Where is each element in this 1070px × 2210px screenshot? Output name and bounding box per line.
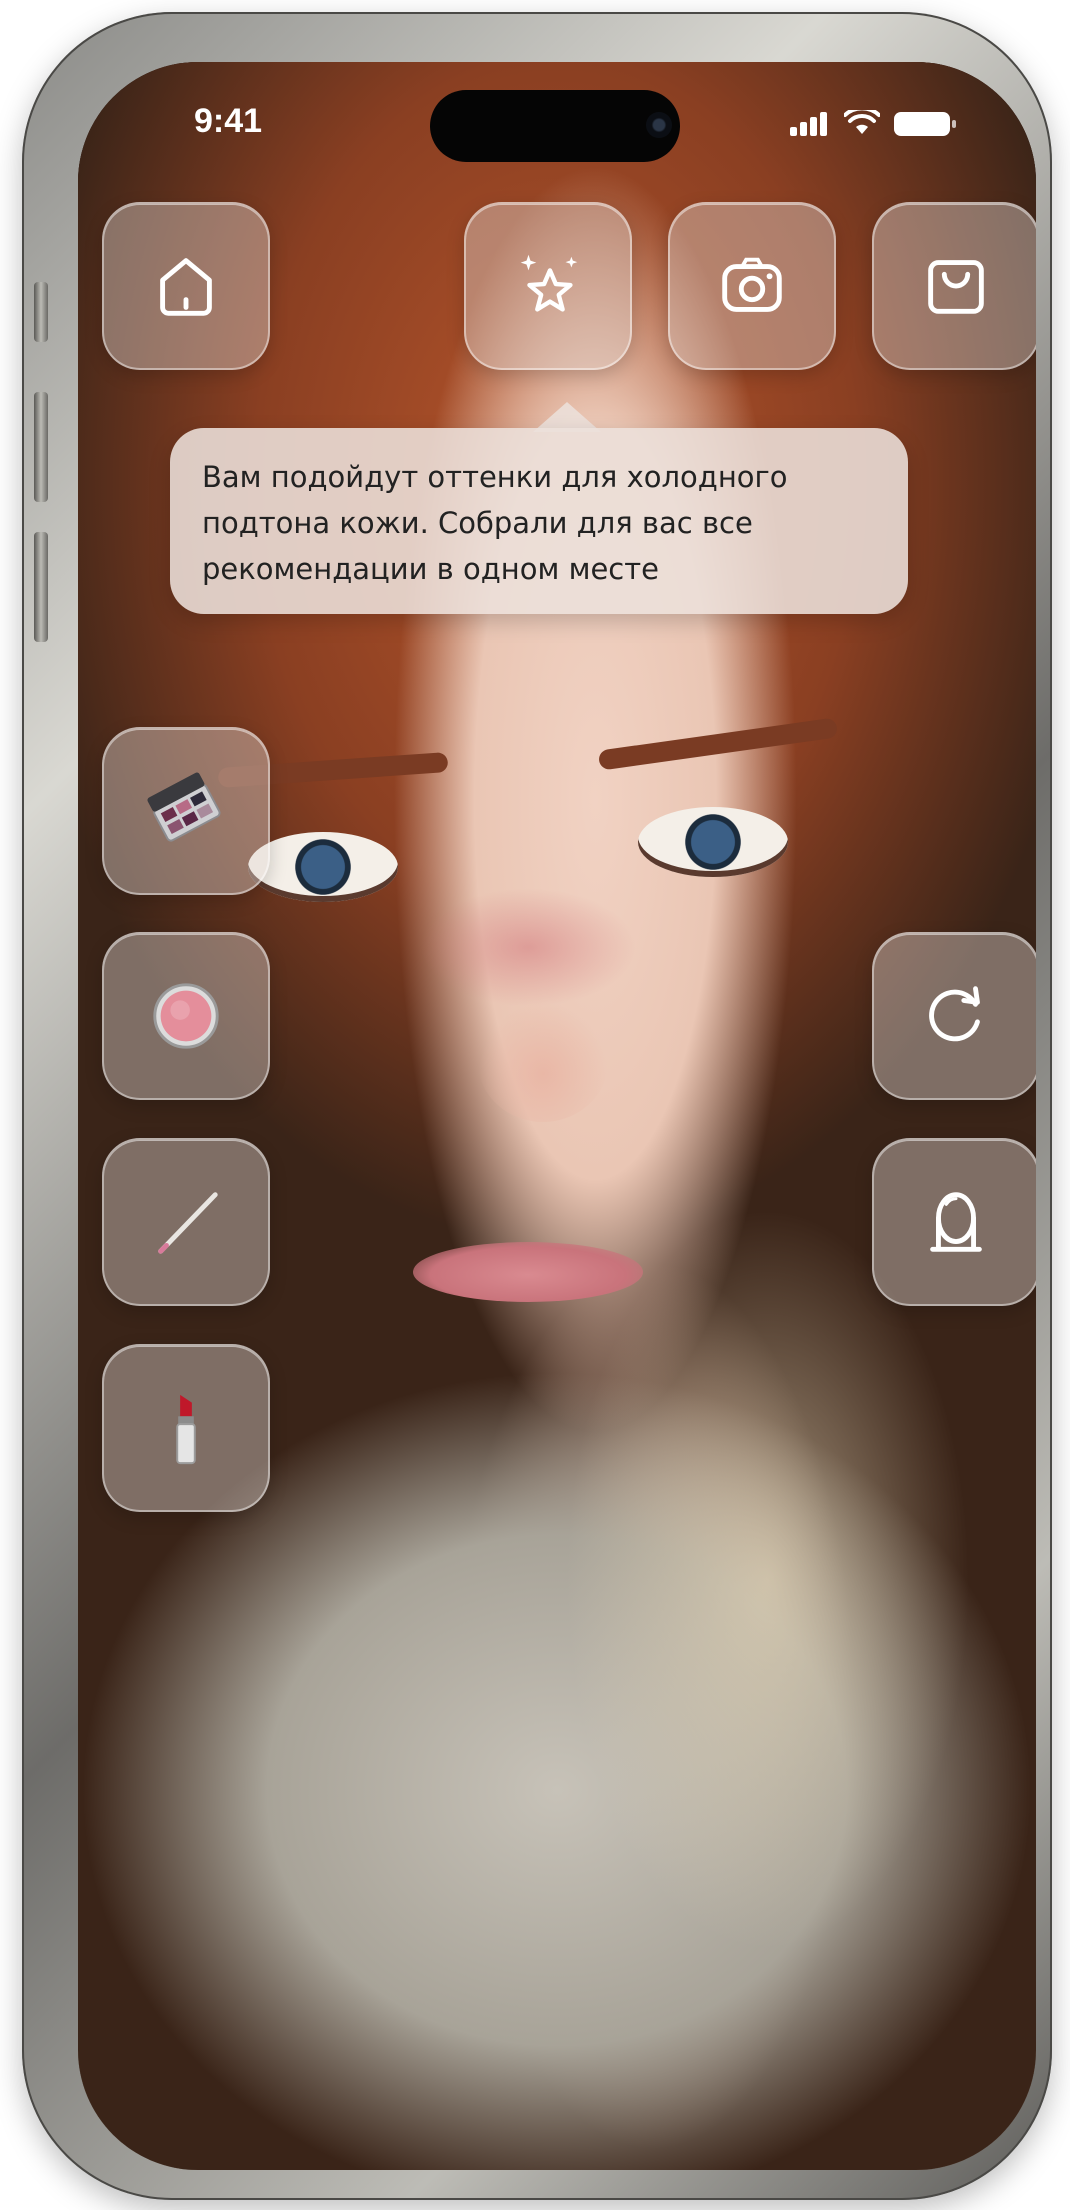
- tooltip-line-2: подтона кожи. Собрали для вас все: [202, 506, 753, 540]
- mirror-button[interactable]: [872, 1138, 1036, 1306]
- screen: 9:41 Вам подойдут оттенки для холодного …: [78, 62, 1036, 2170]
- lipstick-icon: [176, 1394, 196, 1465]
- eyeliner-tool-button[interactable]: [102, 1138, 270, 1306]
- sparkles-star-icon: [520, 254, 578, 312]
- volume-down-button: [34, 532, 48, 642]
- mirror-icon: [930, 1192, 982, 1252]
- eyeshadow-palette-icon: [147, 772, 221, 842]
- camera-icon: [722, 257, 782, 312]
- battery-icon: [894, 112, 956, 136]
- recommendation-tooltip: Вам подойдут оттенки для холодного подто…: [170, 428, 908, 614]
- status-icons: [790, 110, 956, 136]
- eyeliner-pencil-icon: [158, 1192, 218, 1254]
- blush-compact-icon: [153, 983, 219, 1049]
- dynamic-island: [430, 90, 680, 162]
- lips: [413, 1242, 643, 1302]
- wifi-icon: [844, 110, 880, 134]
- shopping-bag-button[interactable]: [872, 202, 1036, 370]
- action-button: [34, 282, 48, 342]
- refresh-icon: [929, 986, 980, 1042]
- shopping-bag-icon: [928, 260, 984, 314]
- left-eye: [248, 832, 398, 902]
- phone-frame: 9:41 Вам подойдут оттенки для холодного …: [22, 12, 1052, 2200]
- eyeshadow-tool-button[interactable]: [102, 727, 270, 895]
- camera-feed: [78, 62, 1036, 2170]
- camera-button[interactable]: [668, 202, 836, 370]
- tooltip-line-1: Вам подойдут оттенки для холодного: [202, 460, 788, 494]
- home-button[interactable]: [102, 202, 270, 370]
- home-icon: [160, 258, 212, 316]
- signal-icon: [790, 112, 830, 136]
- right-eyebrow: [597, 717, 839, 771]
- status-time: 9:41: [194, 102, 263, 140]
- ai-recommendations-button[interactable]: [464, 202, 632, 370]
- nose: [478, 1002, 608, 1122]
- tooltip-line-3: рекомендации в одном месте: [202, 552, 659, 586]
- right-eye: [638, 807, 788, 877]
- front-camera: [646, 112, 672, 138]
- lipstick-tool-button[interactable]: [102, 1344, 270, 1512]
- volume-up-button: [34, 392, 48, 502]
- blush-tool-button[interactable]: [102, 932, 270, 1100]
- refresh-button[interactable]: [872, 932, 1036, 1100]
